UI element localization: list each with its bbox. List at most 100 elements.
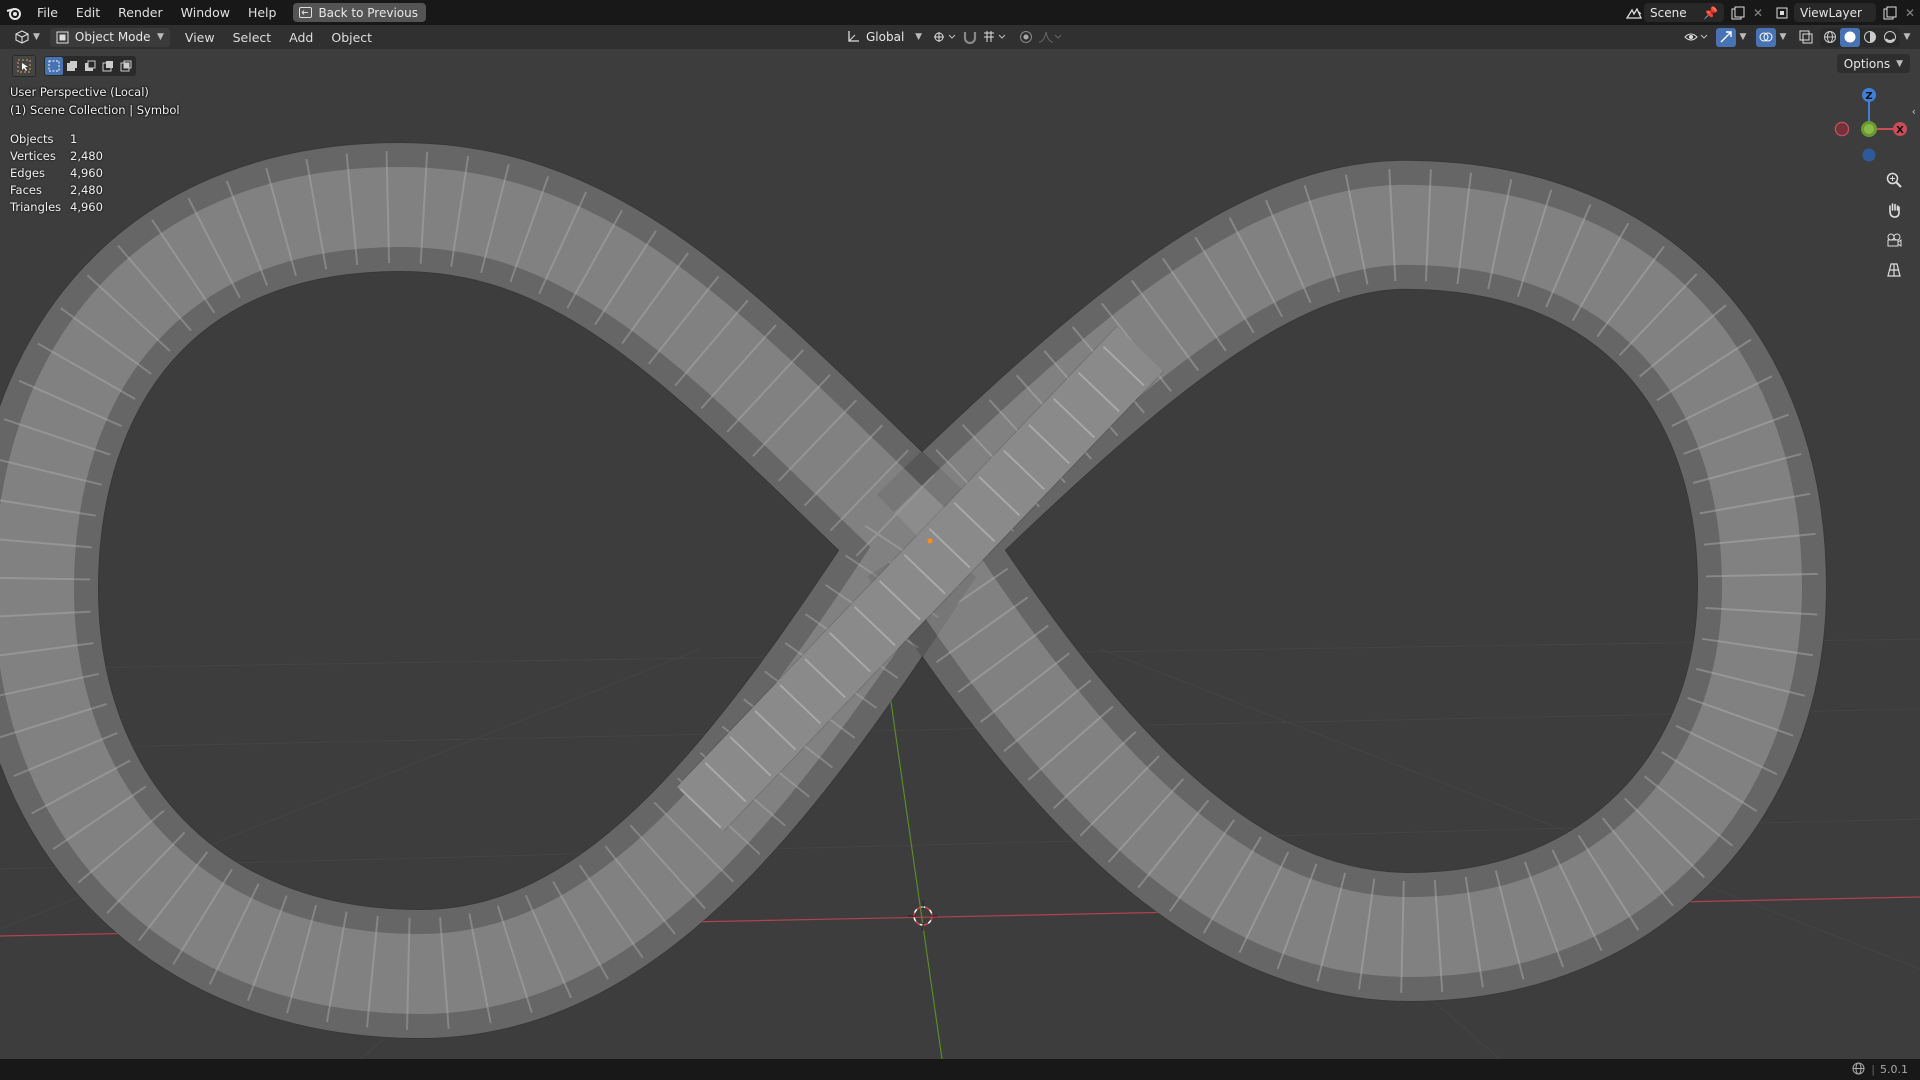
back-to-previous-label: Back to Previous	[318, 5, 418, 20]
perspective-toggle-icon[interactable]	[1882, 258, 1906, 282]
3d-viewport-icon	[15, 30, 29, 44]
wireframe-shading-icon[interactable]	[1820, 28, 1840, 47]
menu-render[interactable]: Render	[109, 0, 172, 25]
stat-label: Triangles	[10, 200, 62, 214]
select-invert-icon[interactable]	[99, 57, 117, 75]
menu-help[interactable]: Help	[239, 0, 286, 25]
mode-label: Object Mode	[74, 30, 151, 44]
stat-row: Vertices 2,480	[10, 148, 103, 165]
viewport-header: ▼ Object Mode ▼ View Select Add Object G…	[0, 25, 1920, 49]
scene-name-field[interactable]: Scene 📌	[1644, 3, 1724, 22]
infinity-mesh[interactable]	[0, 141, 1828, 1040]
chevron-down-icon[interactable]: ▼	[1776, 28, 1790, 47]
select-new-icon[interactable]	[45, 57, 63, 75]
network-icon	[1852, 1062, 1865, 1078]
axis-orientation-icon	[848, 31, 859, 42]
show-overlays-icon[interactable]	[1756, 27, 1776, 47]
stat-row: Objects 1	[10, 131, 103, 148]
object-visibility-icon[interactable]	[1682, 28, 1712, 47]
stat-value: 4,960	[70, 166, 103, 180]
stat-label: Vertices	[10, 149, 56, 163]
camera-view-icon[interactable]	[1882, 228, 1906, 252]
viewport-scene[interactable]	[0, 49, 1920, 1059]
status-bar: | 5.0.1	[0, 1059, 1920, 1080]
chevron-down-icon: ▼	[915, 32, 922, 42]
tool-row	[12, 55, 136, 77]
options-dropdown[interactable]: Options ▼	[1836, 54, 1910, 73]
material-preview-icon[interactable]	[1860, 28, 1880, 47]
object-origin-dot[interactable]	[927, 538, 933, 544]
view-name: User Perspective (Local)	[10, 85, 149, 99]
gizmo-neg-z-axis[interactable]	[1862, 148, 1876, 162]
pivot-point-icon[interactable]	[928, 28, 960, 47]
stat-value: 1	[70, 132, 78, 146]
delete-view-layer-icon[interactable]: ✕	[1900, 3, 1920, 22]
editor-type-selector[interactable]: ▼	[8, 28, 46, 47]
stat-value: 4,960	[70, 200, 103, 214]
stat-label: Faces	[10, 183, 42, 197]
screen-icon	[299, 7, 313, 18]
selection-mode-group	[44, 56, 136, 76]
chevron-down-icon[interactable]: ▼	[1900, 28, 1914, 47]
navigation-gizmo[interactable]: Z X	[1822, 85, 1912, 175]
options-label: Options	[1843, 56, 1891, 71]
delete-scene-icon[interactable]: ✕	[1748, 3, 1768, 22]
stat-row: Edges 4,960	[10, 165, 103, 182]
stat-label: Edges	[10, 166, 45, 180]
select-extend-icon[interactable]	[63, 57, 81, 75]
pin-icon[interactable]: 📌	[1703, 6, 1718, 20]
scene-statistics: Objects 1 Vertices 2,480 Edges 4,960 Faces 2…	[10, 131, 103, 216]
transform-orientation-dropdown[interactable]: Global ▼	[840, 28, 928, 47]
menu-edit[interactable]: Edit	[67, 0, 109, 25]
chevron-down-icon: ▼	[157, 32, 164, 42]
menu-object[interactable]: Object	[322, 30, 381, 45]
blender-logo-icon[interactable]	[0, 0, 28, 25]
new-scene-icon[interactable]	[1728, 3, 1748, 22]
gizmo-x-label: X	[1896, 125, 1904, 136]
snap-target-icon[interactable]	[980, 28, 1010, 47]
view-layer-selector-icon[interactable]	[1774, 3, 1794, 22]
chevron-down-icon: ▼	[33, 32, 40, 42]
view-layer-name: ViewLayer	[1800, 5, 1862, 20]
scene-name: Scene	[1650, 5, 1687, 20]
chevron-down-icon: ▼	[1896, 58, 1903, 69]
show-gizmo-icon[interactable]	[1716, 27, 1736, 47]
chevron-down-icon[interactable]: ▼	[1736, 28, 1750, 47]
view-layer-field[interactable]: ViewLayer	[1794, 3, 1876, 22]
stat-value: 2,480	[70, 149, 103, 163]
stat-value: 2,480	[70, 183, 103, 197]
xray-toggle-icon[interactable]	[1796, 28, 1816, 47]
shading-mode-group	[1820, 27, 1900, 47]
proportional-editing-icon[interactable]	[1016, 28, 1036, 47]
snap-toggle-icon[interactable]	[960, 28, 980, 47]
pan-hand-icon[interactable]	[1882, 198, 1906, 222]
3d-viewport[interactable]: Options ▼ ‹ User Perspective (Local) (1)…	[0, 49, 1920, 1059]
3d-cursor[interactable]	[908, 901, 938, 931]
orientation-label: Global	[866, 30, 905, 44]
stat-row: Faces 2,480	[10, 182, 103, 199]
menu-file[interactable]: File	[28, 0, 67, 25]
version-label: 5.0.1	[1880, 1063, 1908, 1076]
object-mode-icon	[56, 31, 69, 43]
menu-window[interactable]: Window	[172, 0, 239, 25]
mode-dropdown[interactable]: Object Mode ▼	[49, 27, 170, 47]
sidebar-toggle-icon[interactable]: ‹	[1912, 105, 1916, 118]
rendered-shading-icon[interactable]	[1880, 28, 1900, 47]
falloff-curve-icon[interactable]	[1036, 28, 1064, 47]
stat-label: Objects	[10, 132, 54, 146]
solid-shading-icon[interactable]	[1840, 27, 1860, 47]
version-info: | 5.0.1	[1852, 1062, 1920, 1078]
top-bar: File Edit Render Window Help Back to Pre…	[0, 0, 1920, 25]
separator: |	[1871, 1063, 1875, 1076]
new-view-layer-icon[interactable]	[1880, 3, 1900, 22]
select-box-tool-icon[interactable]	[12, 55, 36, 77]
menu-view[interactable]: View	[176, 30, 224, 45]
menu-select[interactable]: Select	[224, 30, 281, 45]
back-to-previous-button[interactable]: Back to Previous	[293, 3, 426, 22]
menu-add[interactable]: Add	[280, 30, 322, 45]
select-intersect-icon[interactable]	[117, 57, 135, 75]
collection-info: (1) Scene Collection | Symbol	[10, 103, 180, 117]
scene-selector-icon[interactable]	[1624, 3, 1644, 22]
select-subtract-icon[interactable]	[81, 57, 99, 75]
zoom-icon[interactable]	[1882, 168, 1906, 192]
